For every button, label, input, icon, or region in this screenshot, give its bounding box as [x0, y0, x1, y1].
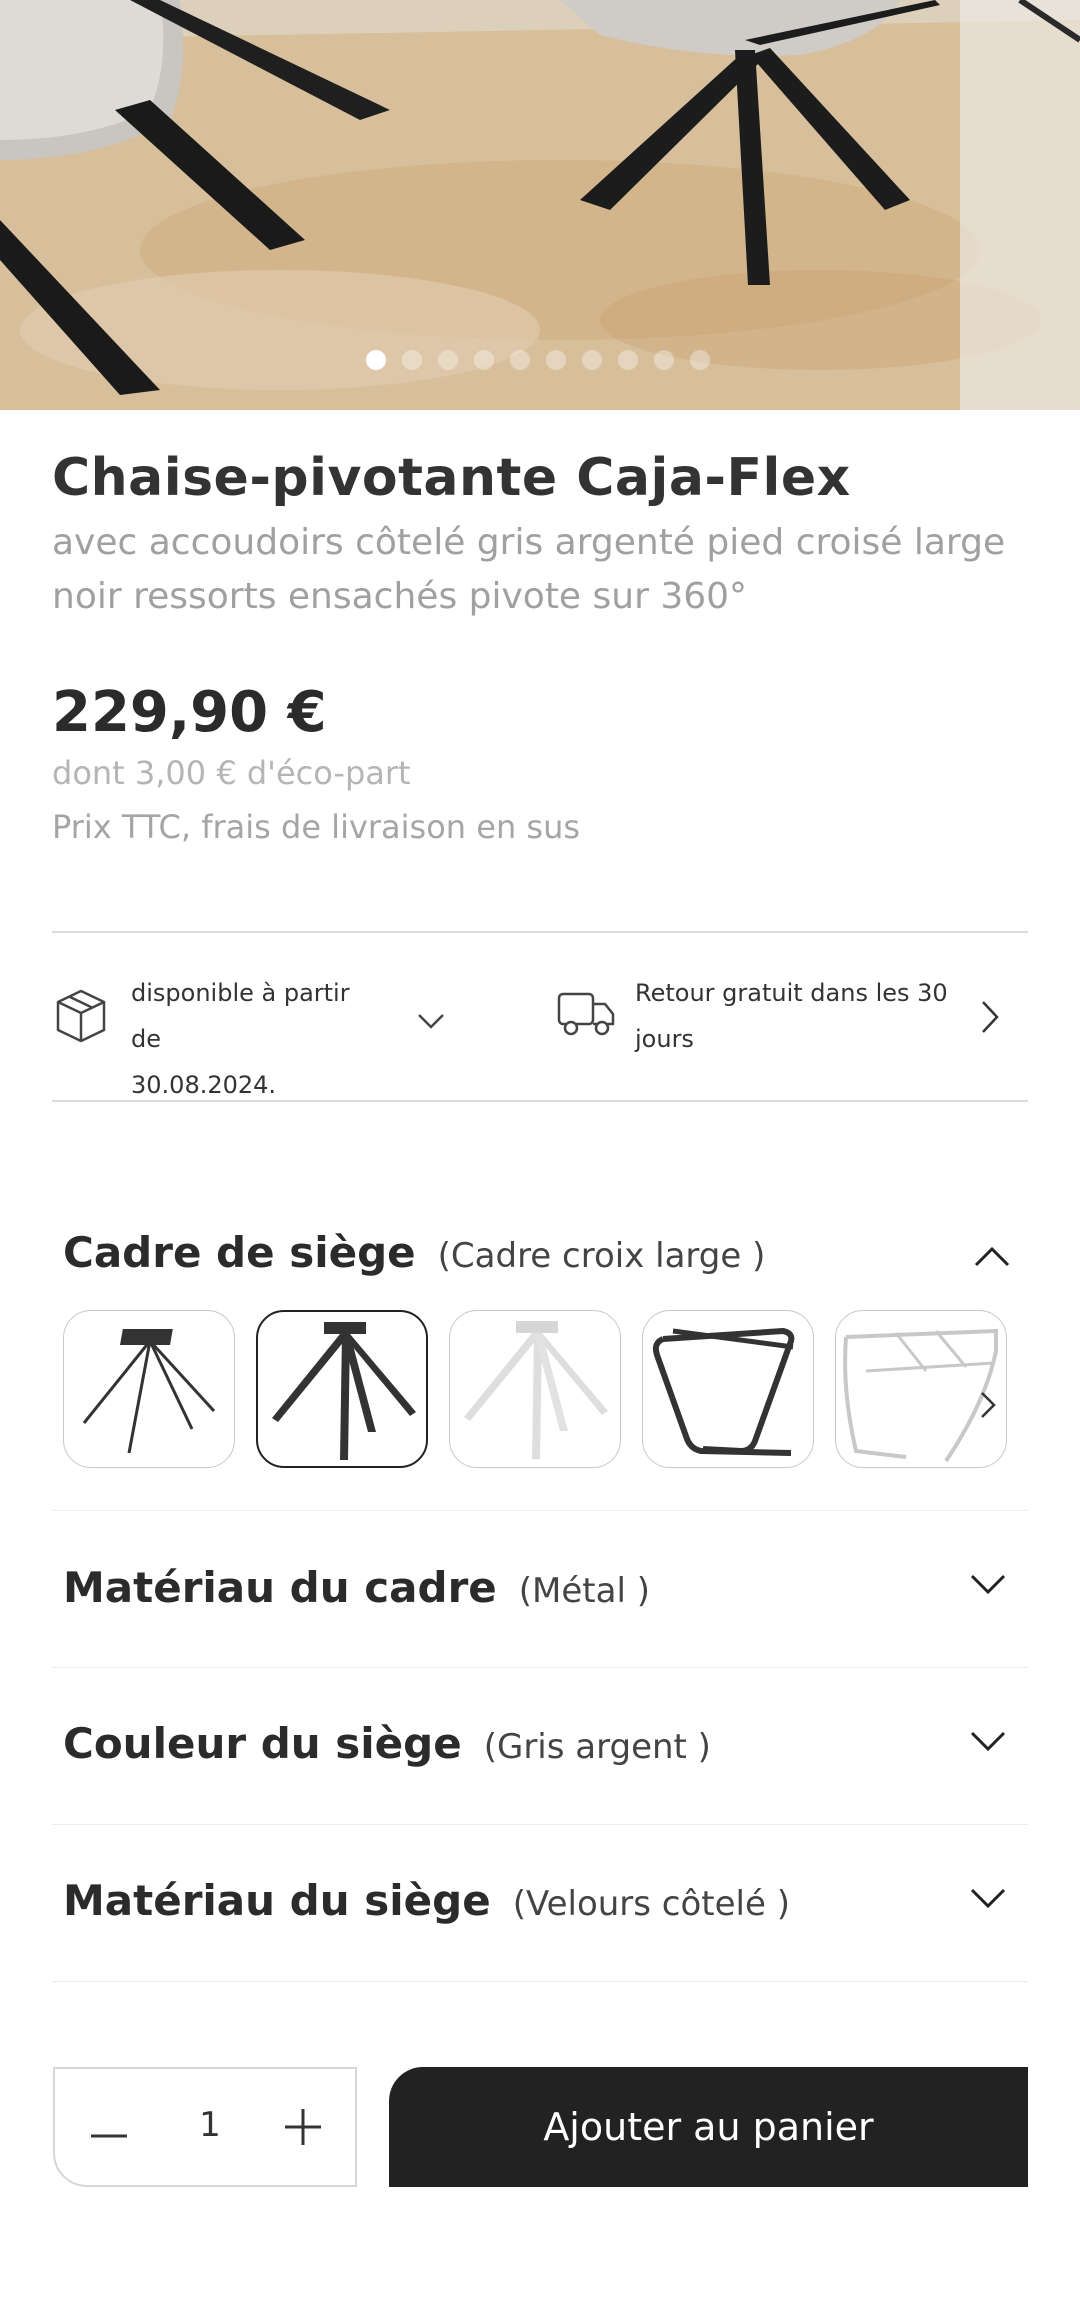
pagination-dot[interactable]	[366, 350, 386, 370]
add-to-cart-button[interactable]: Ajouter au panier	[389, 2067, 1028, 2187]
divider	[52, 931, 1028, 933]
minus-icon[interactable]	[89, 2124, 129, 2143]
tax-note: Prix TTC, frais de livraison en sus	[52, 808, 581, 846]
quantity-value[interactable]: 1	[195, 2105, 225, 2145]
chevron-down-icon[interactable]	[970, 1888, 1006, 1914]
availability-info[interactable]: disponible à partir de 30.08.2024.	[131, 970, 371, 1108]
option-header-frame-material[interactable]: Matériau du cadre (Métal )	[63, 1563, 650, 1612]
quantity-stepper[interactable]: 1	[53, 2067, 357, 2187]
product-photo	[0, 0, 1080, 410]
chevron-right-icon[interactable]	[980, 1391, 996, 1423]
add-to-cart-label: Ajouter au panier	[543, 2105, 874, 2149]
product-title: Chaise-pivotante Caja-Flex	[52, 448, 851, 508]
pagination-dot[interactable]	[582, 350, 602, 370]
pagination-dot[interactable]	[618, 350, 638, 370]
plus-icon[interactable]	[283, 2107, 323, 2151]
option-label: Cadre de siège	[63, 1228, 416, 1277]
option-header-frame[interactable]: Cadre de siège (Cadre croix large )	[63, 1228, 765, 1277]
option-header-seat-material[interactable]: Matériau du siège (Velours côtelé )	[63, 1876, 790, 1925]
chevron-up-icon[interactable]	[974, 1245, 1010, 1271]
product-subtitle: avec accoudoirs côtelé gris argenté pied…	[52, 522, 1006, 617]
divider	[52, 1824, 1028, 1825]
option-value: (Gris argent )	[483, 1727, 711, 1767]
pagination-dot[interactable]	[690, 350, 710, 370]
option-label: Matériau du siège	[63, 1876, 491, 1925]
frame-swatch-cantilever-black[interactable]	[642, 1310, 814, 1468]
divider	[52, 1100, 1028, 1102]
option-header-seat-color[interactable]: Couleur du siège (Gris argent )	[63, 1719, 711, 1768]
availability-line1: disponible à partir de	[131, 979, 350, 1053]
frame-swatch-cross-thin-black[interactable]	[63, 1310, 235, 1468]
chevron-down-icon[interactable]	[970, 1574, 1006, 1600]
pagination-dot[interactable]	[510, 350, 530, 370]
divider	[52, 1981, 1028, 1982]
divider	[52, 1510, 1028, 1511]
option-value: (Cadre croix large )	[437, 1236, 766, 1276]
product-price: 229,90 €	[52, 680, 327, 745]
free-return-info[interactable]: Retour gratuit dans les 30 jours	[635, 970, 965, 1062]
option-label: Couleur du siège	[63, 1719, 462, 1768]
truck-icon	[556, 990, 616, 1042]
chevron-down-icon[interactable]	[970, 1731, 1006, 1757]
gallery-pagination	[366, 350, 710, 370]
eco-part-note: dont 3,00 € d'éco-part	[52, 754, 411, 792]
frame-swatch-sled-white[interactable]	[835, 1310, 1007, 1468]
option-value: (Métal )	[518, 1571, 650, 1611]
chevron-right-icon[interactable]	[980, 1000, 1000, 1038]
pagination-dot[interactable]	[654, 350, 674, 370]
frame-swatch-cross-wide-black[interactable]	[256, 1310, 428, 1468]
option-value: (Velours côtelé )	[512, 1884, 790, 1924]
box-icon	[55, 988, 107, 1048]
product-image-gallery[interactable]	[0, 0, 1080, 410]
divider	[52, 1667, 1028, 1668]
pagination-dot[interactable]	[474, 350, 494, 370]
pagination-dot[interactable]	[546, 350, 566, 370]
return-line1: Retour gratuit dans les 30	[635, 979, 948, 1007]
frame-swatch-cross-wide-white[interactable]	[449, 1310, 621, 1468]
pagination-dot[interactable]	[438, 350, 458, 370]
return-line2: jours	[635, 1025, 694, 1053]
chevron-down-icon[interactable]	[417, 1012, 445, 1034]
pagination-dot[interactable]	[402, 350, 422, 370]
option-label: Matériau du cadre	[63, 1563, 497, 1612]
